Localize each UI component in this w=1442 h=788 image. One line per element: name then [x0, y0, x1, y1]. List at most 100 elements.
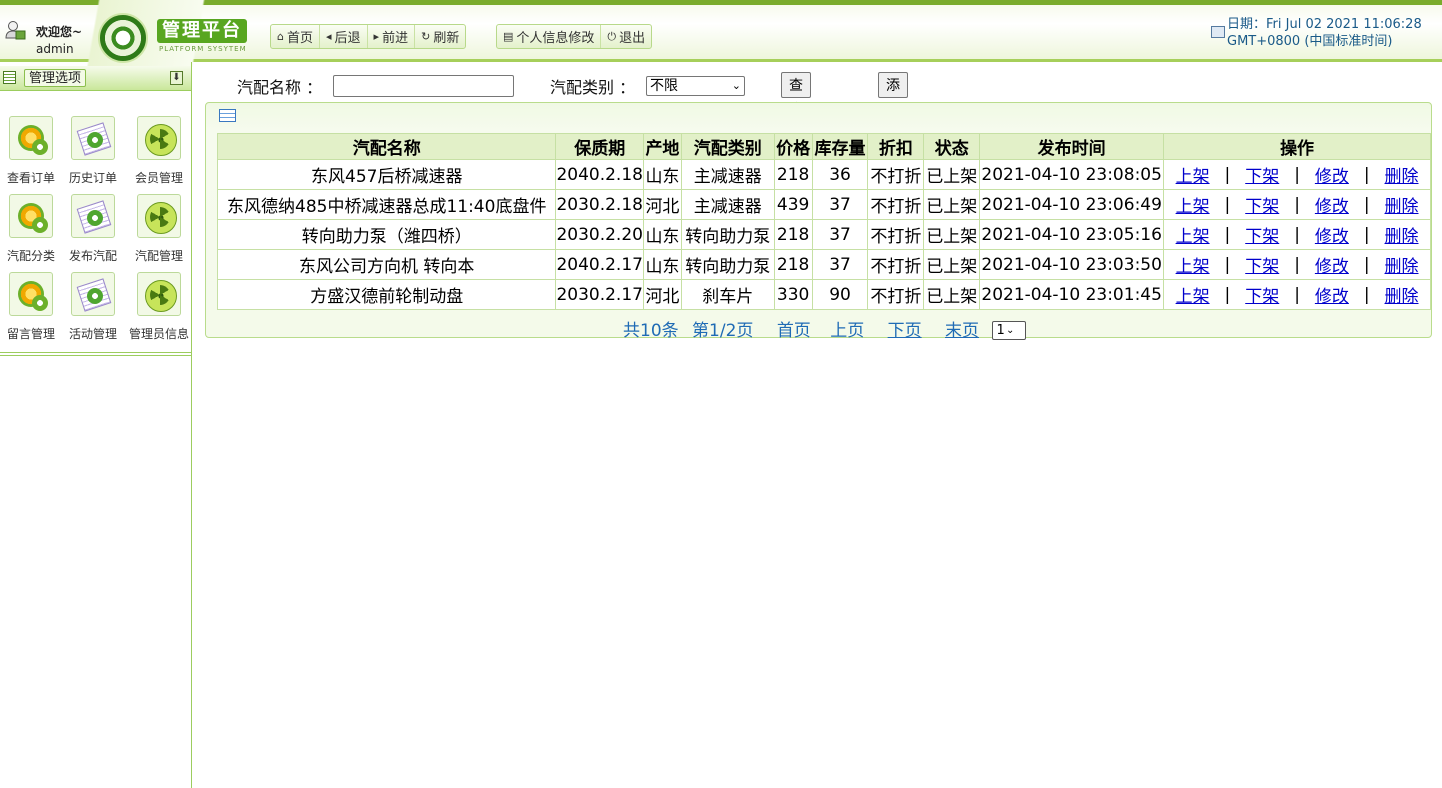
- table-cell: 不打折: [867, 279, 925, 310]
- delete-link[interactable]: 删除: [1385, 192, 1419, 217]
- logo-title: 管理平台: [157, 19, 247, 43]
- user-button-0[interactable]: ▤ 个人信息修改: [497, 25, 602, 48]
- delete-link[interactable]: 删除: [1385, 162, 1419, 187]
- date-line-1: 日期：Fri Jul 02 2021 11:06:28: [1227, 17, 1422, 32]
- actions-group: 上架 | 下架 | 修改 | 删除: [1164, 192, 1430, 218]
- list-link[interactable]: 上架: [1176, 222, 1210, 247]
- table-cell: 已上架: [923, 219, 981, 250]
- actions-group: 上架 | 下架 | 修改 | 删除: [1164, 222, 1430, 248]
- home-icon: ⌂: [277, 30, 284, 43]
- actions-cell: 上架 | 下架 | 修改 | 删除: [1163, 159, 1431, 190]
- name-label: 汽配名称 ：: [237, 78, 323, 97]
- nav-button-0[interactable]: ⌂ 首页: [271, 25, 320, 48]
- table-cell: 439: [773, 189, 813, 220]
- table-cell: 河北: [642, 189, 682, 220]
- delete-link[interactable]: 删除: [1385, 252, 1419, 277]
- action-separator: |: [1224, 224, 1231, 245]
- user-label: 个人信息修改: [516, 31, 595, 46]
- sidebar-item-label: 发布汽配: [68, 249, 117, 263]
- name-search-input[interactable]: [333, 75, 514, 97]
- nav-button-1[interactable]: ◂ 后退: [320, 25, 368, 48]
- sidebar-item-7[interactable]: 活动管理: [62, 272, 124, 342]
- sidebar-item-label: 查看订单: [6, 171, 55, 185]
- list-link[interactable]: 上架: [1176, 162, 1210, 187]
- table-cell: 方盛汉德前轮制动盘: [216, 279, 557, 310]
- type-select[interactable]: 不限 ⌄: [646, 76, 745, 96]
- edit-link[interactable]: 修改: [1315, 192, 1349, 217]
- table-cell: 不打折: [867, 159, 925, 190]
- add-button[interactable]: 添加信息: [878, 72, 908, 165]
- total-count: 共10条: [623, 321, 679, 341]
- column-header: 状态: [923, 133, 981, 160]
- table-cell: 36: [811, 159, 869, 190]
- sidebar-item-label: 会员管理: [134, 171, 183, 185]
- column-header: 库存量: [811, 133, 869, 160]
- table-cell: 刹车片: [680, 279, 775, 310]
- edit-link[interactable]: 修改: [1315, 162, 1349, 187]
- refresh-icon: ↻: [421, 30, 431, 43]
- next-page-link[interactable]: 下页: [888, 321, 922, 341]
- unlist-link[interactable]: 下架: [1245, 282, 1279, 307]
- query-button[interactable]: 查询信息: [781, 72, 811, 165]
- page-indicator: 第1/2页: [692, 321, 754, 341]
- sidebar-item-label: 汽配管理: [134, 249, 183, 263]
- edit-link[interactable]: 修改: [1315, 222, 1349, 247]
- user-button-1[interactable]: ⏻ 退出: [601, 25, 651, 48]
- table-cell: 已上架: [923, 249, 981, 280]
- nav-label: 前进: [382, 31, 409, 46]
- table-cell: 2040.2.17: [555, 249, 644, 280]
- edit-link[interactable]: 修改: [1315, 252, 1349, 277]
- nav-button-3[interactable]: ↻ 刷新: [415, 25, 465, 48]
- last-page-link[interactable]: 末页: [945, 321, 979, 341]
- collapse-arrow-icon[interactable]: ⬇: [170, 71, 183, 85]
- table-cell: 2030.2.18: [555, 189, 644, 220]
- type-label: 汽配类别 ：: [550, 78, 636, 97]
- sidebar-item-6[interactable]: 留言管理: [0, 272, 62, 342]
- column-header: 产地: [642, 133, 682, 160]
- profile-icon: ▤: [503, 30, 514, 43]
- unlist-link[interactable]: 下架: [1245, 162, 1279, 187]
- delete-link[interactable]: 删除: [1385, 282, 1419, 307]
- action-separator: |: [1224, 164, 1231, 185]
- nav-button-2[interactable]: ▸ 前进: [368, 25, 416, 48]
- list-link[interactable]: 上架: [1176, 192, 1210, 217]
- radiation-icon: [137, 116, 181, 160]
- sidebar-item-5[interactable]: 汽配管理: [126, 194, 192, 264]
- actions-cell: 上架 | 下架 | 修改 | 删除: [1163, 249, 1431, 280]
- page-select[interactable]: 1 ⌄: [992, 321, 1027, 340]
- column-header: 折扣: [867, 133, 925, 160]
- sidebar-item-label: 历史订单: [68, 171, 117, 185]
- sidebar-item-1[interactable]: 历史订单: [62, 116, 124, 186]
- table-header-row: 汽配名称 保质期 产地 汽配类别 价格 库存量 折扣 状态 发布时间 操作: [216, 133, 1431, 160]
- sidebar-item-4[interactable]: 发布汽配: [62, 194, 124, 264]
- list-link[interactable]: 上架: [1176, 252, 1210, 277]
- sidebar-item-0[interactable]: 查看订单: [0, 116, 62, 186]
- actions-group: 上架 | 下架 | 修改 | 删除: [1164, 282, 1430, 308]
- list-link[interactable]: 上架: [1176, 282, 1210, 307]
- document-icon: [71, 272, 115, 316]
- table-cell: 330: [773, 279, 813, 310]
- table-cell: 37: [811, 219, 869, 250]
- type-select-value: 不限: [650, 78, 678, 94]
- sidebar-item-3[interactable]: 汽配分类: [0, 194, 62, 264]
- nav-label: 后退: [334, 31, 361, 46]
- action-separator: |: [1363, 164, 1370, 185]
- unlist-link[interactable]: 下架: [1245, 252, 1279, 277]
- action-separator: |: [1294, 224, 1300, 245]
- table-cell: 不打折: [867, 219, 925, 250]
- action-separator: |: [1224, 254, 1231, 275]
- unlist-link[interactable]: 下架: [1245, 192, 1279, 217]
- table-row: 东风德纳485中桥减速器总成11:40底盘件 2030.2.18 河北 主减速器 439…: [216, 189, 1431, 220]
- table-cell: 37: [811, 249, 869, 280]
- edit-link[interactable]: 修改: [1315, 282, 1349, 307]
- sidebar-item-8[interactable]: 管理员信息: [126, 272, 192, 342]
- column-header: 汽配类别: [680, 133, 775, 160]
- username-text: admin: [36, 42, 74, 56]
- prev-page-link[interactable]: 上页: [830, 321, 864, 341]
- sidebar-item-2[interactable]: 会员管理: [126, 116, 192, 186]
- delete-link[interactable]: 删除: [1385, 222, 1419, 247]
- sidebar-title[interactable]: 管理选项: [24, 69, 87, 87]
- table-cell: 山东: [642, 219, 682, 250]
- first-page-link[interactable]: 首页: [777, 321, 811, 341]
- unlist-link[interactable]: 下架: [1245, 222, 1279, 247]
